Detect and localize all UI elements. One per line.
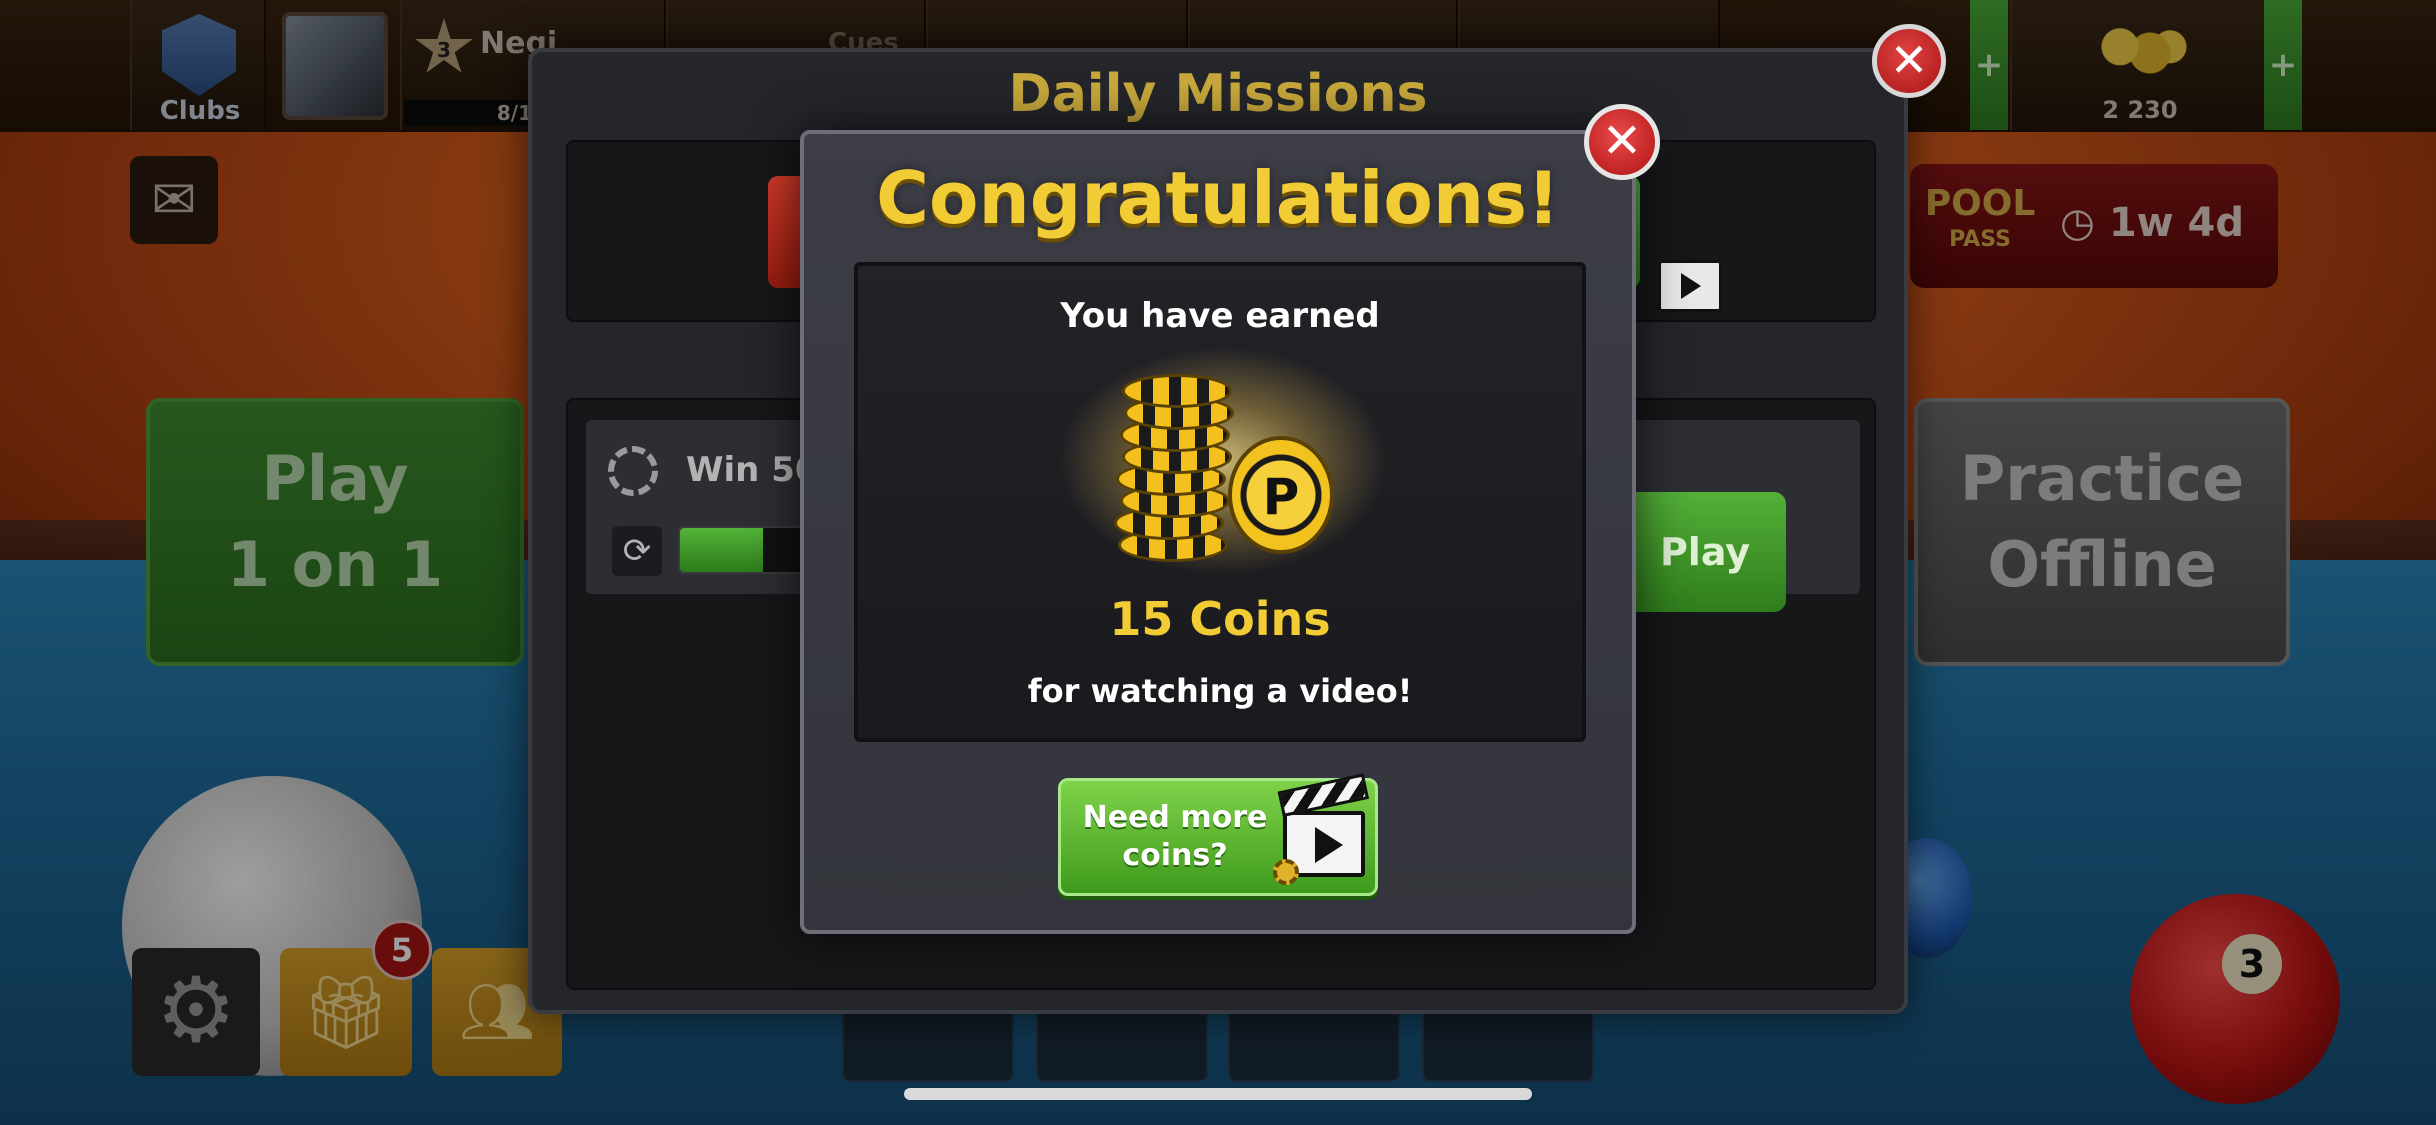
home-indicator[interactable] (904, 1088, 1532, 1100)
congratulations-close-button[interactable]: ✕ (1584, 104, 1660, 180)
close-icon: ✕ (1889, 33, 1929, 87)
reward-box: You have earned P 15 Coins for watching … (854, 262, 1586, 742)
video-icon (1658, 260, 1722, 312)
refresh-icon: ⟳ (622, 531, 652, 571)
earned-label: You have earned (1060, 296, 1380, 336)
need-more-coins-line2: coins? (1122, 838, 1228, 873)
missions-close-button[interactable]: ✕ (1872, 24, 1946, 98)
congratulations-title: Congratulations! (876, 156, 1560, 240)
need-more-coins-label: Need more coins? (1075, 799, 1275, 875)
coin-icon: P (1228, 436, 1334, 554)
close-icon: ✕ (1601, 113, 1643, 169)
coin-chip-icon (608, 446, 658, 496)
gear-icon (1273, 859, 1299, 885)
mission-text: Win 50 (686, 450, 819, 490)
refresh-button[interactable]: ⟳ (612, 526, 662, 576)
reward-amount: 15 Coins (1109, 592, 1331, 646)
congratulations-dialog: Congratulations! You have earned P 15 Co… (800, 130, 1636, 934)
need-more-coins-button[interactable]: Need more coins? (1058, 778, 1378, 896)
reward-reason: for watching a video! (1027, 672, 1413, 710)
coin-chip-icon (1122, 374, 1232, 408)
need-more-coins-line1: Need more (1082, 800, 1268, 835)
play-icon (1315, 827, 1343, 863)
daily-missions-title: Daily Missions (1008, 64, 1428, 124)
mission-progress-fill (680, 528, 764, 572)
coin-letter: P (1262, 468, 1300, 526)
